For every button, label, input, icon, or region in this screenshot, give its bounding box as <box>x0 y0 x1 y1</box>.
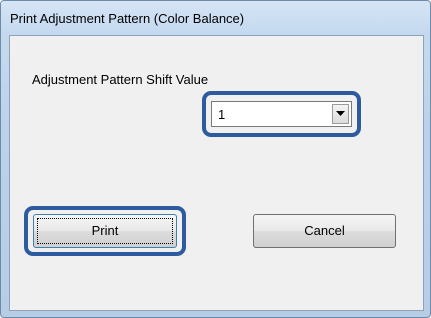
shift-value-selected: 1 <box>218 107 226 122</box>
title-bar[interactable]: Print Adjustment Pattern (Color Balance) <box>1 1 430 35</box>
print-button[interactable]: Print <box>33 214 177 248</box>
dialog-window: Print Adjustment Pattern (Color Balance)… <box>0 0 431 318</box>
shift-value-dropdown[interactable]: 1 <box>211 101 352 127</box>
window-title: Print Adjustment Pattern (Color Balance) <box>10 11 245 26</box>
cancel-button-label: Cancel <box>304 223 345 238</box>
dropdown-button[interactable] <box>332 104 349 124</box>
focus-rectangle <box>37 218 173 244</box>
shift-value-label: Adjustment Pattern Shift Value <box>32 72 209 87</box>
chevron-down-icon <box>336 111 345 116</box>
cancel-button[interactable]: Cancel <box>253 214 396 248</box>
